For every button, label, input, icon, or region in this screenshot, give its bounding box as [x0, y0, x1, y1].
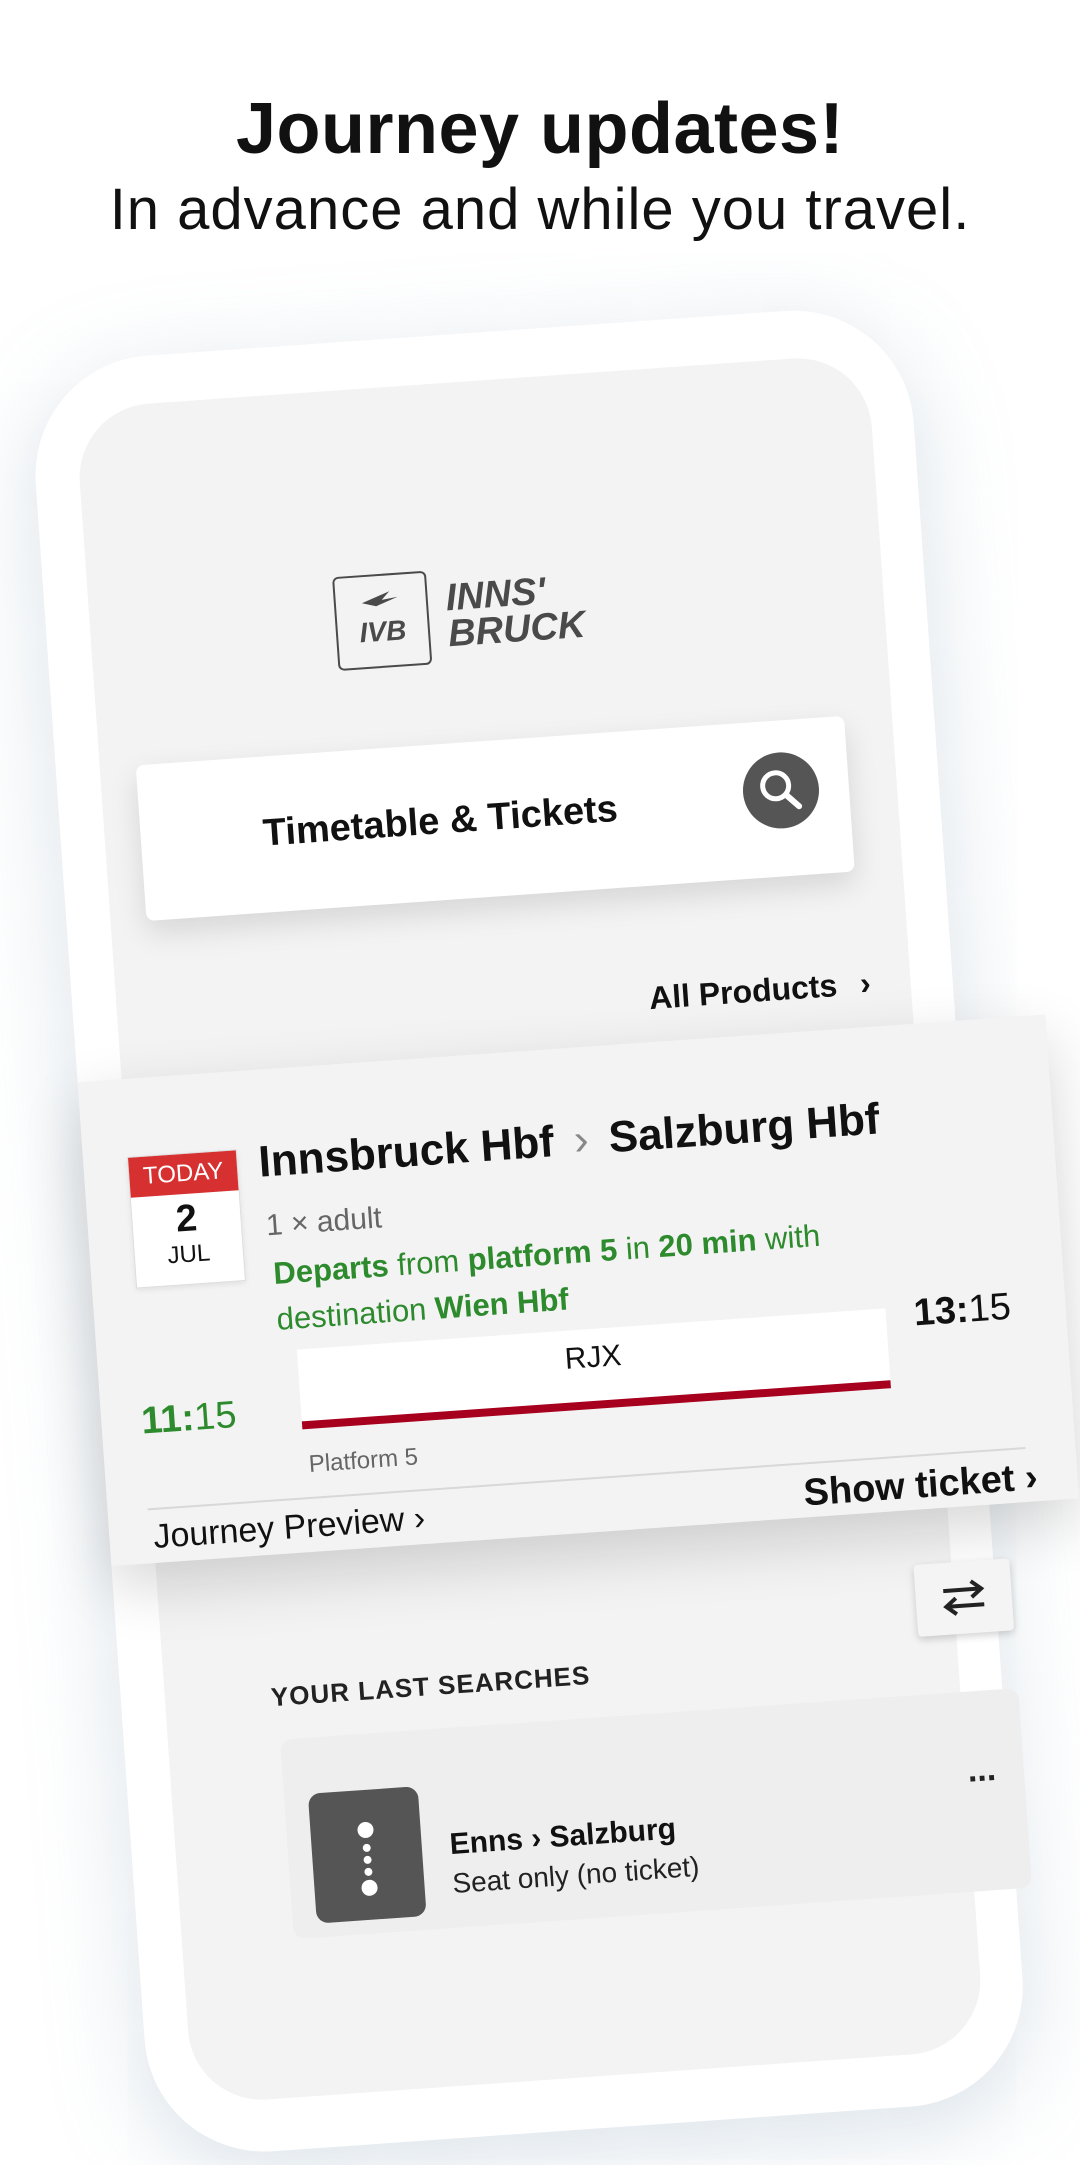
platform-label: Platform 5 — [307, 1443, 419, 1478]
show-ticket-button[interactable]: Show ticket › — [802, 1456, 1039, 1515]
logo-badge-text: IVB — [358, 614, 408, 649]
journey-card[interactable]: TODAY 2 JUL Innsbruck Hbf › Salzburg Hbf… — [77, 1014, 1080, 1567]
status-platform: platform 5 — [466, 1232, 619, 1278]
bird-icon — [361, 591, 398, 607]
departure-minute: 15 — [192, 1394, 238, 1439]
arrival-hour: 13: — [912, 1288, 971, 1335]
status-time: 20 min — [657, 1222, 758, 1265]
route-from: Innsbruck Hbf — [256, 1117, 556, 1187]
departure-hour: 11: — [139, 1396, 196, 1443]
timetable-search-bar[interactable]: Timetable & Tickets — [135, 715, 855, 922]
all-products-label: All Products — [647, 967, 839, 1017]
status-from: from — [395, 1243, 461, 1283]
search-icon — [760, 770, 803, 810]
arrival-minute: 15 — [967, 1285, 1013, 1331]
route-separator: › — [572, 1114, 591, 1165]
logo-line-2: BRUCK — [446, 603, 587, 656]
logo-badge: IVB — [332, 570, 433, 672]
departure-time: 11:15 — [140, 1394, 238, 1444]
status-destination: destination — [275, 1291, 428, 1337]
search-button[interactable] — [740, 749, 822, 831]
chevron-right-icon: › — [858, 964, 872, 1002]
status-departs: Departs — [272, 1248, 390, 1291]
passenger-info: 1 × adult — [264, 1201, 383, 1243]
date-today: TODAY — [128, 1150, 239, 1198]
route-to: Salzburg Hbf — [607, 1094, 882, 1163]
ivb-logo: IVB INNS' BRUCK — [332, 559, 587, 672]
phone-scene: IVB INNS' BRUCK Timetable & Tickets All … — [0, 0, 1080, 2160]
swap-button[interactable] — [913, 1558, 1015, 1637]
swap-arrows-icon — [943, 1579, 985, 1616]
arrival-time: 13:15 — [912, 1286, 1012, 1336]
status-in: in — [624, 1229, 652, 1267]
more-options-icon[interactable]: ... — [966, 1750, 997, 1791]
status-destination-name: Wien Hbf — [433, 1281, 570, 1326]
all-products-link[interactable]: All Products › — [648, 965, 872, 1017]
logo-wordmark: INNS' BRUCK — [444, 570, 587, 656]
journey-route: Innsbruck Hbf › Salzburg Hbf — [257, 1094, 881, 1187]
search-label: Timetable & Tickets — [261, 787, 620, 855]
date-badge: TODAY 2 JUL — [126, 1149, 246, 1289]
status-with: with — [763, 1217, 822, 1257]
route-dots-icon — [307, 1786, 427, 1924]
date-day: 2 — [174, 1197, 199, 1241]
